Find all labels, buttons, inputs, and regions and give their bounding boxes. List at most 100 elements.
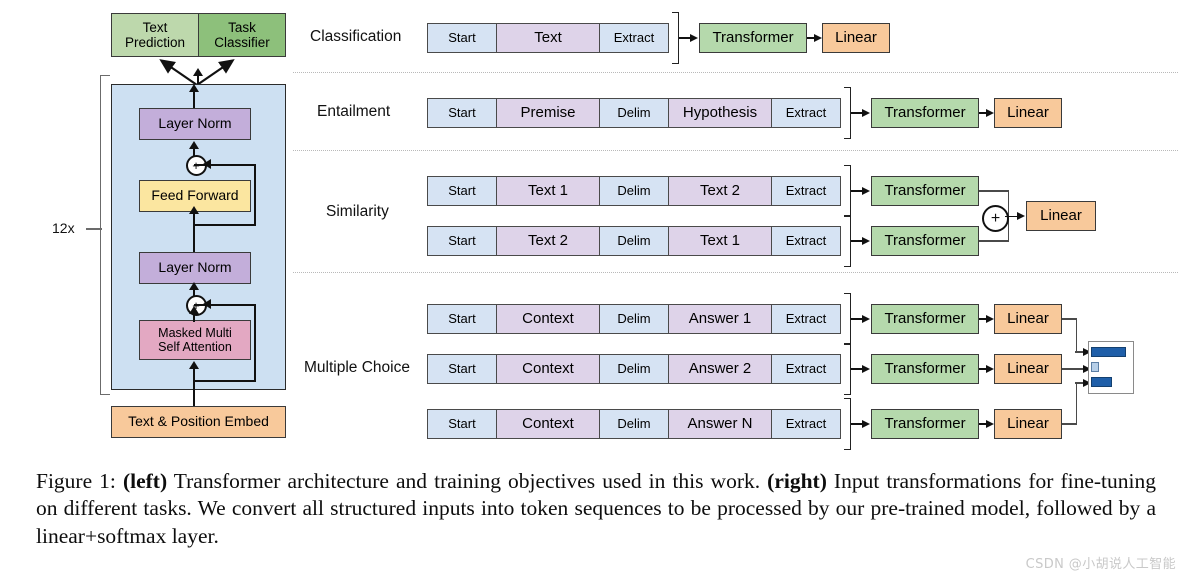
transformer-box: Transformer	[871, 304, 979, 334]
text-position-embed: Text & Position Embed	[111, 406, 286, 438]
token-label: Start	[448, 182, 476, 198]
histogram-bar-2	[1091, 362, 1099, 372]
separator-2	[293, 150, 1178, 151]
softmax-wire-3-v	[1075, 383, 1078, 424]
histogram-bar-1	[1091, 347, 1126, 357]
residual-attn-arrowhead-icon	[203, 298, 211, 309]
linear-box: Linear	[1026, 201, 1096, 231]
transformer-label: Transformer	[884, 359, 966, 377]
repeat-bracket-tick	[86, 228, 102, 230]
arrow-ln2-head-icon	[188, 282, 199, 290]
linear-label: Linear	[835, 28, 877, 46]
merge-wire-bottom	[979, 240, 1009, 242]
token-label: Text 1	[527, 181, 569, 199]
merge-wire-top	[979, 190, 1009, 192]
token-label: Text 2	[527, 231, 569, 249]
arrow-embed-to-attn	[193, 368, 196, 406]
arrowhead-icon	[862, 108, 870, 117]
caption-bold-left: (left)	[122, 469, 168, 493]
token-extract: Extract	[599, 23, 669, 53]
linear-label: Linear	[1007, 414, 1049, 432]
token-start: Start	[427, 304, 497, 334]
token-label: Text 1	[699, 231, 741, 249]
transformer-box: Transformer	[871, 409, 979, 439]
token-delim: Delim	[599, 226, 669, 256]
linear-box: Linear	[994, 304, 1062, 334]
task-label-multiple-choice: Multiple Choice	[304, 359, 410, 376]
merge-symbol: +	[990, 209, 1001, 227]
token-text2: Text 2	[496, 226, 600, 256]
token-label: Answer N	[687, 414, 753, 432]
arrowhead-icon	[862, 314, 870, 323]
task-classifier-label: Task Classifier	[214, 19, 270, 50]
token-label: Delim	[617, 104, 651, 120]
transformer-label: Transformer	[884, 181, 966, 199]
token-label: Start	[448, 360, 476, 376]
token-label: Delim	[617, 415, 651, 431]
transformer-label: Transformer	[712, 28, 794, 46]
arrowhead-icon	[862, 236, 870, 245]
arrowhead-icon	[986, 364, 994, 373]
token-text: Text	[496, 23, 600, 53]
embed-label: Text & Position Embed	[128, 413, 269, 430]
layer-norm-top: Layer Norm	[139, 108, 251, 140]
token-extract: Extract	[771, 176, 841, 206]
sequence-bracket	[844, 215, 851, 267]
token-label: Start	[448, 104, 476, 120]
token-context: Context	[496, 304, 600, 334]
token-label: Start	[448, 415, 476, 431]
token-extract: Extract	[771, 304, 841, 334]
token-label: Start	[448, 232, 476, 248]
arrow-add1-head-icon	[188, 141, 199, 149]
arrowhead-icon	[986, 314, 994, 323]
trunk-arrowhead-icon	[192, 68, 203, 76]
layer-norm-bottom: Layer Norm	[139, 252, 251, 284]
token-start: Start	[427, 23, 497, 53]
arrow-ln2-out	[193, 228, 196, 252]
linear-label: Linear	[1007, 103, 1049, 121]
token-start: Start	[427, 409, 497, 439]
figure-caption: Figure 1: (left) Transformer architectur…	[36, 468, 1156, 550]
linear-box: Linear	[822, 23, 890, 53]
token-label: Premise	[520, 103, 576, 121]
token-hypothesis: Hypothesis	[668, 98, 772, 128]
transformer-label: Transformer	[884, 103, 966, 121]
watermark: CSDN @小胡说人工智能	[1025, 557, 1176, 572]
token-label: Text	[534, 28, 562, 46]
token-premise: Premise	[496, 98, 600, 128]
arrowhead-icon	[814, 33, 822, 42]
token-extract: Extract	[771, 226, 841, 256]
transformer-box: Transformer	[871, 226, 979, 256]
task-classifier-head: Task Classifier	[198, 13, 286, 57]
sequence-bracket	[844, 165, 851, 217]
token-label: Answer 1	[688, 309, 752, 327]
sequence-bracket	[844, 87, 851, 139]
sequence-bracket	[844, 398, 851, 450]
histogram-bar-3	[1091, 377, 1112, 387]
token-label: Delim	[617, 232, 651, 248]
arrowhead-icon	[862, 186, 870, 195]
sequence-bracket	[844, 293, 851, 345]
token-text1: Text 1	[668, 226, 772, 256]
token-start: Start	[427, 176, 497, 206]
linear-box: Linear	[994, 98, 1062, 128]
token-answer-2: Answer 2	[668, 354, 772, 384]
arrow-embed-head-icon	[188, 361, 199, 369]
linear-label: Linear	[1007, 309, 1049, 327]
repeat-count-label: 12x	[52, 220, 75, 236]
token-delim: Delim	[599, 98, 669, 128]
token-context: Context	[496, 409, 600, 439]
similarity-merge-node: +	[982, 205, 1009, 232]
token-label: Extract	[785, 104, 827, 120]
token-answer-1: Answer 1	[668, 304, 772, 334]
linear-label: Linear	[1040, 206, 1082, 224]
separator-1	[293, 72, 1178, 73]
repeat-bracket	[100, 75, 110, 395]
token-label: Extract	[785, 182, 827, 198]
token-extract: Extract	[771, 98, 841, 128]
task-label-entailment: Entailment	[317, 103, 391, 120]
token-context: Context	[496, 354, 600, 384]
arrow-ln1-out-head-icon	[188, 84, 199, 92]
softmax-wire-1-v	[1075, 318, 1078, 352]
token-label: Answer 2	[688, 359, 752, 377]
